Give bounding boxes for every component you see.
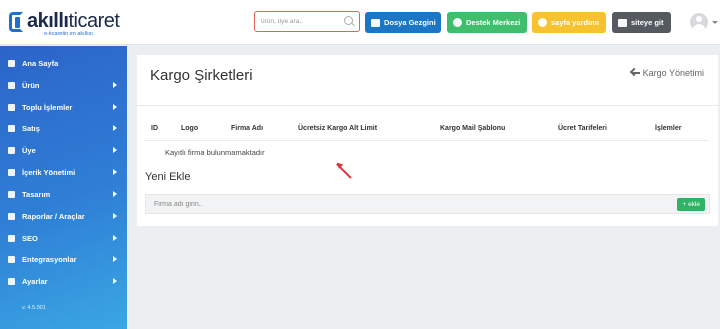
sidebar-item-label: Tasarım <box>22 189 51 199</box>
chevron-right-icon <box>113 213 117 219</box>
sidebar-item-seo[interactable]: SEO <box>0 228 127 248</box>
external-link-icon <box>618 18 627 27</box>
page-title: Kargo Şirketleri <box>150 67 253 84</box>
divider <box>137 105 718 106</box>
column-header-actions: İşlemler <box>655 125 682 132</box>
logo-mark-icon <box>9 12 23 32</box>
sidebar-item-label: Entegrasyonlar <box>22 254 77 264</box>
company-name-input[interactable] <box>154 199 454 210</box>
logo-text: akıllıticaret <box>27 10 120 32</box>
column-header-id: ID <box>151 125 158 132</box>
sidebar-item-icerik-yonetimi[interactable]: İçerik Yönetimi <box>0 162 127 182</box>
search-box[interactable] <box>254 11 360 32</box>
arrow-left-icon <box>631 72 640 74</box>
gear-icon <box>8 277 15 285</box>
sidebar-item-ana-sayfa[interactable]: Ana Sayfa <box>0 53 127 73</box>
main-card: Kargo Şirketleri Kargo Yönetimi ID Logo … <box>137 55 718 226</box>
sidebar-item-toplu-islemler[interactable]: Toplu İşlemler <box>0 97 127 117</box>
back-to-cargo-management-link[interactable]: Kargo Yönetimi <box>631 68 704 78</box>
sidebar-item-label: Ayarlar <box>22 276 48 286</box>
page-help-label: sayfa yardımı <box>551 18 599 27</box>
sidebar-item-label: Toplu İşlemler <box>22 102 73 112</box>
logo-tagline: e-ticaretin en akıllısı <box>44 31 93 37</box>
folder-icon <box>371 18 380 27</box>
go-to-site-button[interactable]: siteye git <box>612 12 671 33</box>
back-link-label: Kargo Yönetimi <box>642 68 704 78</box>
chevron-right-icon <box>113 147 117 153</box>
top-bar: akıllıticaret e-ticaretin en akıllısı Do… <box>0 0 720 45</box>
chart-icon <box>8 212 15 220</box>
chevron-right-icon <box>113 235 117 241</box>
sidebar-item-label: İçerik Yönetimi <box>22 167 76 177</box>
sidebar-item-entegrasyonlar[interactable]: Entegrasyonlar <box>0 249 127 269</box>
sidebar-item-label: Ana Sayfa <box>22 58 59 68</box>
sidebar-item-label: Üye <box>22 145 36 155</box>
search-icon[interactable] <box>344 16 353 25</box>
sidebar-item-uye[interactable]: Üye <box>0 140 127 160</box>
column-header-free-shipping-limit: Ücretsiz Kargo Alt Limit <box>298 125 378 132</box>
bolt-icon <box>8 103 15 111</box>
cube-icon <box>8 81 15 89</box>
support-center-button[interactable]: Destek Merkezi <box>447 12 527 33</box>
column-header-firma-adi: Firma Adı <box>231 125 264 132</box>
lifebuoy-icon <box>453 18 462 27</box>
add-new-title: Yeni Ekle <box>145 171 191 183</box>
chevron-right-icon <box>113 191 117 197</box>
add-company-form: + ekle <box>145 194 710 214</box>
go-to-site-label: siteye git <box>631 18 664 27</box>
table-divider <box>144 140 709 141</box>
document-icon <box>8 168 15 176</box>
sidebar-item-label: SEO <box>22 233 38 243</box>
chevron-right-icon <box>113 125 117 131</box>
support-center-label: Destek Merkezi <box>466 18 521 27</box>
column-header-fee-tariffs: Ücret Tarifeleri <box>558 125 607 132</box>
sidebar-item-urun[interactable]: Ürün <box>0 75 127 95</box>
empty-table-message: Kayıtlı firma bulunmamaktadır <box>165 148 265 157</box>
user-avatar[interactable] <box>690 13 708 31</box>
chevron-right-icon <box>113 104 117 110</box>
bullseye-icon <box>8 234 15 242</box>
plug-icon <box>8 255 15 263</box>
sidebar-item-label: Ürün <box>22 80 40 90</box>
annotation-arrow-icon <box>336 163 352 179</box>
help-icon <box>538 18 547 27</box>
user-icon <box>8 146 15 154</box>
column-header-mail-template: Kargo Mail Şablonu <box>440 125 506 132</box>
add-company-button[interactable]: + ekle <box>677 198 705 211</box>
sidebar: Ana Sayfa Ürün Toplu İşlemler Satış Üye … <box>0 46 127 329</box>
chevron-right-icon <box>113 82 117 88</box>
sidebar-item-label: Raporlar / Araçlar <box>22 211 85 221</box>
sidebar-item-label: Satış <box>22 123 40 133</box>
sidebar-item-satis[interactable]: Satış <box>0 118 127 138</box>
home-icon <box>8 59 15 67</box>
brand-logo[interactable]: akıllıticaret e-ticaretin en akıllısı <box>9 10 129 38</box>
page-help-button[interactable]: sayfa yardımı <box>532 12 606 33</box>
search-input[interactable] <box>261 15 341 28</box>
chevron-right-icon <box>113 278 117 284</box>
sidebar-item-tasarim[interactable]: Tasarım <box>0 184 127 204</box>
version-label: v. 4.5.001 <box>22 305 46 311</box>
file-explorer-label: Dosya Gezgini <box>384 18 436 27</box>
column-header-logo: Logo <box>181 125 199 132</box>
cart-icon <box>8 124 15 132</box>
chevron-right-icon <box>113 256 117 262</box>
chevron-right-icon <box>113 169 117 175</box>
sidebar-item-ayarlar[interactable]: Ayarlar <box>0 271 127 291</box>
palette-icon <box>8 190 15 198</box>
chevron-down-icon[interactable] <box>712 21 718 24</box>
sidebar-item-raporlar-araclar[interactable]: Raporlar / Araçlar <box>0 206 127 226</box>
file-explorer-button[interactable]: Dosya Gezgini <box>365 12 441 33</box>
